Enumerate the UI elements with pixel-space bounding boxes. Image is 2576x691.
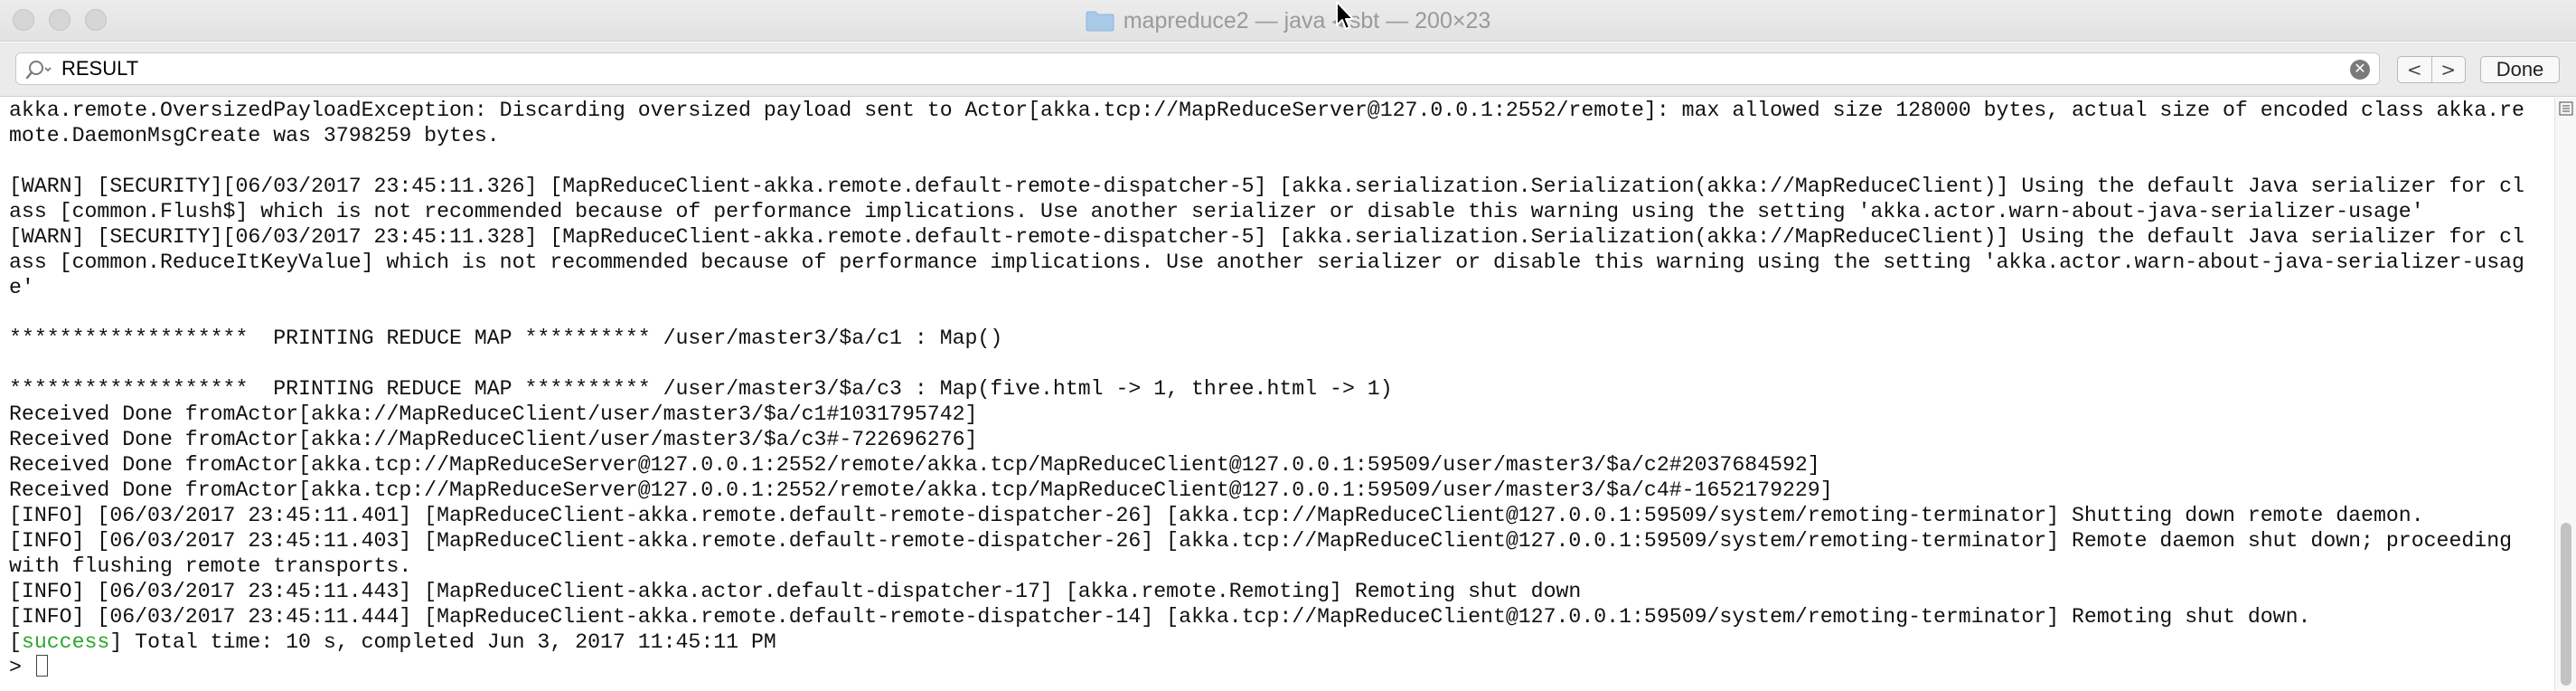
done-button[interactable]: Done — [2480, 56, 2560, 83]
mouse-pointer-icon — [1336, 1, 1354, 30]
terminal-output[interactable]: akka.remote.OversizedPayloadException: D… — [0, 98, 2554, 691]
success-message: Total time: 10 s, completed Jun 3, 2017 … — [122, 630, 776, 654]
output-line: Received Done fromActor[akka.tcp://MapRe… — [9, 453, 1820, 477]
output-line: [WARN] [SECURITY][06/03/2017 23:45:11.32… — [9, 225, 2524, 249]
output-line: with flushing remote transports. — [9, 554, 412, 578]
marks-menu-icon[interactable] — [2559, 101, 2573, 116]
output-line: e' — [9, 276, 34, 299]
output-line: Received Done fromActor[akka.tcp://MapRe… — [9, 478, 1833, 502]
scrollbar-thumb[interactable] — [2561, 523, 2571, 686]
output-line: [INFO] [06/03/2017 23:45:11.403] [MapRed… — [9, 529, 2513, 553]
output-line: akka.remote.OversizedPayloadException: D… — [9, 99, 2524, 122]
output-line: Received Done fromActor[akka://MapReduce… — [9, 402, 978, 426]
output-line: [INFO] [06/03/2017 23:45:11.444] [MapRed… — [9, 605, 2311, 629]
find-navigation: < > — [2397, 56, 2466, 83]
window-title-text: mapreduce2 — java ◂ sbt — 200×23 — [1123, 8, 1491, 33]
search-field[interactable]: ✕ — [15, 52, 2380, 85]
output-line: [WARN] [SECURITY][06/03/2017 23:45:11.32… — [9, 175, 2524, 198]
title-bar: mapreduce2 — java ◂ sbt — 200×23 — [0, 0, 2576, 42]
prompt-symbol: > — [9, 656, 22, 679]
output-line: mote.DaemonMsgCreate was 3798259 bytes. — [9, 124, 500, 147]
terminal-window: mapreduce2 — java ◂ sbt — 200×23 ✕ < > D… — [0, 0, 2576, 691]
vertical-scrollbar[interactable] — [2554, 98, 2576, 691]
output-line: ******************* PRINTING REDUCE MAP … — [9, 377, 1393, 401]
search-icon[interactable] — [25, 59, 65, 80]
output-line: Received Done fromActor[akka://MapReduce… — [9, 428, 978, 451]
window-title: mapreduce2 — java ◂ sbt — 200×23 — [0, 0, 2576, 42]
find-next-button[interactable]: > — [2430, 57, 2466, 82]
success-tag: success — [21, 630, 110, 654]
text-cursor — [35, 655, 48, 677]
success-line: [success] Total time: 10 s, completed Ju… — [9, 630, 776, 654]
output-line: [INFO] [06/03/2017 23:45:11.401] [MapRed… — [9, 504, 2424, 527]
find-bar: ✕ < > Done — [0, 43, 2576, 97]
output-line: ass [common.ReduceItKeyValue] which is n… — [9, 251, 2524, 274]
output-line: ass [common.Flush$] which is not recomme… — [9, 200, 2424, 223]
output-line: [INFO] [06/03/2017 23:45:11.443] [MapRed… — [9, 580, 1582, 603]
clear-search-icon[interactable]: ✕ — [2350, 60, 2370, 80]
find-previous-button[interactable]: < — [2398, 57, 2431, 82]
folder-icon — [1086, 11, 1114, 32]
output-line: ******************* PRINTING REDUCE MAP … — [9, 327, 1003, 350]
prompt-line[interactable]: > — [9, 655, 48, 680]
search-input[interactable] — [61, 55, 2321, 82]
